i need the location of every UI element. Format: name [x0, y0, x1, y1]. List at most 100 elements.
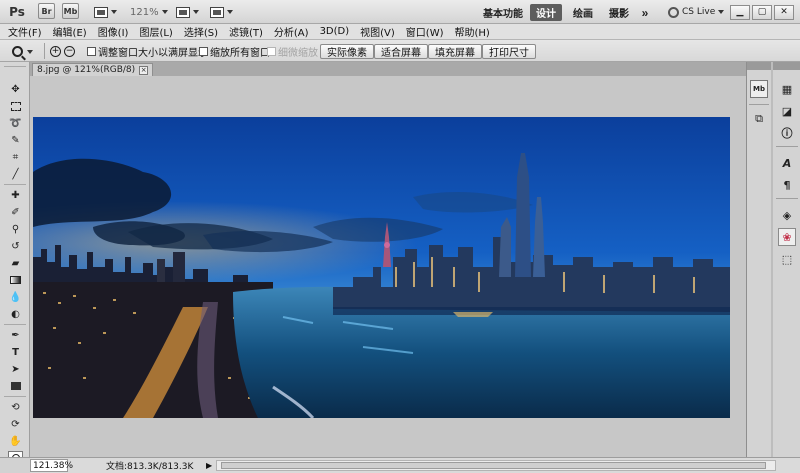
history-panel-icon[interactable]: ⧉ [750, 110, 768, 128]
tool-divider [4, 184, 26, 185]
menu-image[interactable]: 图像(I) [98, 24, 129, 39]
print-size-button[interactable]: 打印尺寸 [482, 44, 536, 59]
zoom-level-value: 121% [130, 6, 159, 18]
close-window-button[interactable]: ✕ [774, 4, 794, 20]
shape-icon[interactable] [8, 379, 23, 393]
dock-grip [773, 62, 800, 70]
clone-stamp-icon[interactable]: ⚲ [8, 222, 23, 236]
shanghai-skyline-photo [33, 117, 730, 418]
more-workspaces-button[interactable]: » [636, 4, 654, 21]
checkbox-box [87, 47, 96, 56]
panel-dock: Mb ⧉ ▦ ◪ ⓘ A ¶ ◈ ❀ ⬚ [746, 62, 800, 457]
options-bar: + − 调整窗口大小以满屏显示 缩放所有窗口 细微缩放 实际像素 适合屏幕 填充… [0, 40, 800, 62]
minimize-icon: ▁ [736, 7, 744, 17]
3d-orbit-icon[interactable]: ⟳ [8, 417, 23, 431]
lasso-icon[interactable]: ➰ [8, 116, 23, 130]
tool-preset-picker[interactable] [12, 43, 33, 60]
zoom-all-windows-label: 缩放所有窗口 [210, 48, 270, 59]
path-select-icon[interactable]: ➤ [8, 362, 23, 376]
minibridge-panel-icon[interactable]: Mb [750, 80, 768, 98]
menu-edit[interactable]: 编辑(E) [53, 24, 87, 39]
fill-screen-button[interactable]: 填充屏幕 [428, 44, 482, 59]
type-icon[interactable]: T [8, 345, 23, 359]
menu-filter[interactable]: 滤镜(T) [229, 24, 263, 39]
pen-icon[interactable]: ✒ [8, 328, 23, 342]
menu-help[interactable]: 帮助(H) [455, 24, 490, 39]
minimize-button[interactable]: ▁ [730, 4, 750, 20]
workspace-painting[interactable]: 绘画 [568, 4, 598, 21]
zoom-all-windows-checkbox[interactable]: 缩放所有窗口 [199, 43, 270, 60]
zoom-level-dropdown[interactable]: 121% [130, 3, 168, 21]
brush-icon[interactable]: ✐ [8, 205, 23, 219]
chevron-down-icon [193, 10, 199, 14]
cs-live-button[interactable]: CS Live [668, 3, 725, 21]
channels-panel-icon[interactable]: ❀ [778, 228, 796, 246]
info-panel-icon[interactable]: ⓘ [778, 124, 796, 142]
panel-grip [4, 66, 26, 67]
history-brush-icon[interactable]: ↺ [8, 239, 23, 253]
gradient-icon[interactable] [8, 273, 23, 287]
eyedropper-icon[interactable]: ╱ [8, 167, 23, 181]
launch-bridge-button[interactable]: Br [38, 3, 55, 19]
scrubby-zoom-checkbox[interactable]: 细微缩放 [267, 43, 318, 60]
document-tab[interactable]: 8.jpg @ 121%(RGB/8) × [32, 63, 154, 76]
tool-divider [4, 324, 26, 325]
maximize-button[interactable]: ▢ [752, 4, 772, 20]
paths-panel-icon[interactable]: ⬚ [778, 250, 796, 268]
document-canvas[interactable] [30, 76, 746, 457]
dock-divider [776, 146, 798, 147]
workspace-photography[interactable]: 摄影 [604, 4, 634, 21]
menu-layer[interactable]: 图层(L) [139, 24, 172, 39]
navigator-panel-icon[interactable]: ◪ [778, 102, 796, 120]
actual-pixels-button[interactable]: 实际像素 [320, 44, 374, 59]
launch-minibridge-button[interactable]: Mb [62, 3, 79, 19]
tools-panel: ✥ ➰ ✎ ⌗ ╱ ✚ ✐ ⚲ ↺ ▰ 💧 ◐ ✒ T ➤ ⟲ ⟳ ✋ [0, 62, 30, 473]
menu-view[interactable]: 视图(V) [360, 24, 395, 39]
chevron-down-icon [27, 49, 33, 54]
tools-panel-footer [0, 457, 30, 473]
move-icon[interactable]: ✥ [8, 82, 23, 96]
histogram-panel-icon[interactable]: ▦ [778, 80, 796, 98]
workspace-design[interactable]: 设计 [530, 4, 562, 21]
menu-analysis[interactable]: 分析(A) [274, 24, 309, 39]
paragraph-panel-icon[interactable]: ¶ [778, 176, 796, 194]
zoom-percentage-field[interactable]: 121.38% [30, 459, 73, 472]
zoom-out-button[interactable]: − [64, 43, 75, 60]
scrollbar-thumb[interactable] [221, 462, 766, 469]
document-tab-title: 8.jpg @ 121%(RGB/8) [37, 65, 136, 75]
status-menu-arrow-icon[interactable]: ▶ [206, 459, 212, 472]
blur-icon[interactable]: 💧 [8, 290, 23, 304]
hand-icon[interactable]: ✋ [8, 434, 23, 448]
quick-select-icon[interactable]: ✎ [8, 133, 23, 147]
resize-windows-label: 调整窗口大小以满屏显示 [98, 48, 208, 59]
menu-3d[interactable]: 3D(D) [320, 26, 350, 37]
chevron-down-icon [227, 10, 233, 14]
screen-mode-icon [210, 6, 224, 18]
marquee-icon[interactable] [8, 99, 23, 113]
arrange-documents-dropdown[interactable] [176, 3, 199, 21]
menu-select[interactable]: 选择(S) [184, 24, 218, 39]
zoom-in-button[interactable]: + [50, 43, 61, 60]
menu-file[interactable]: 文件(F) [8, 24, 42, 39]
healing-brush-icon[interactable]: ✚ [8, 188, 23, 202]
document-size-info: 文档:813.3K/813.3K [106, 462, 194, 472]
fit-screen-button[interactable]: 适合屏幕 [374, 44, 428, 59]
crop-icon[interactable]: ⌗ [8, 150, 23, 164]
view-extras-dropdown[interactable] [94, 3, 117, 21]
horizontal-scrollbar[interactable] [216, 460, 776, 471]
close-document-icon[interactable]: × [139, 65, 149, 75]
options-divider [44, 43, 45, 59]
zoom-tool-icon [12, 46, 23, 57]
workspace-essentials[interactable]: 基本功能 [482, 4, 524, 21]
layers-panel-icon[interactable]: ◈ [778, 206, 796, 224]
scrubby-zoom-label: 细微缩放 [278, 48, 318, 59]
3d-rotate-icon[interactable]: ⟲ [8, 400, 23, 414]
screen-mode-dropdown[interactable] [210, 3, 233, 21]
dodge-icon[interactable]: ◐ [8, 307, 23, 321]
character-panel-icon[interactable]: A [778, 154, 796, 172]
menu-window[interactable]: 窗口(W) [406, 24, 444, 39]
resize-windows-checkbox[interactable]: 调整窗口大小以满屏显示 [87, 43, 208, 60]
eraser-icon[interactable]: ▰ [8, 256, 23, 270]
arrange-documents-icon [176, 6, 190, 18]
window-controls: ▁ ▢ ✕ [730, 3, 794, 21]
